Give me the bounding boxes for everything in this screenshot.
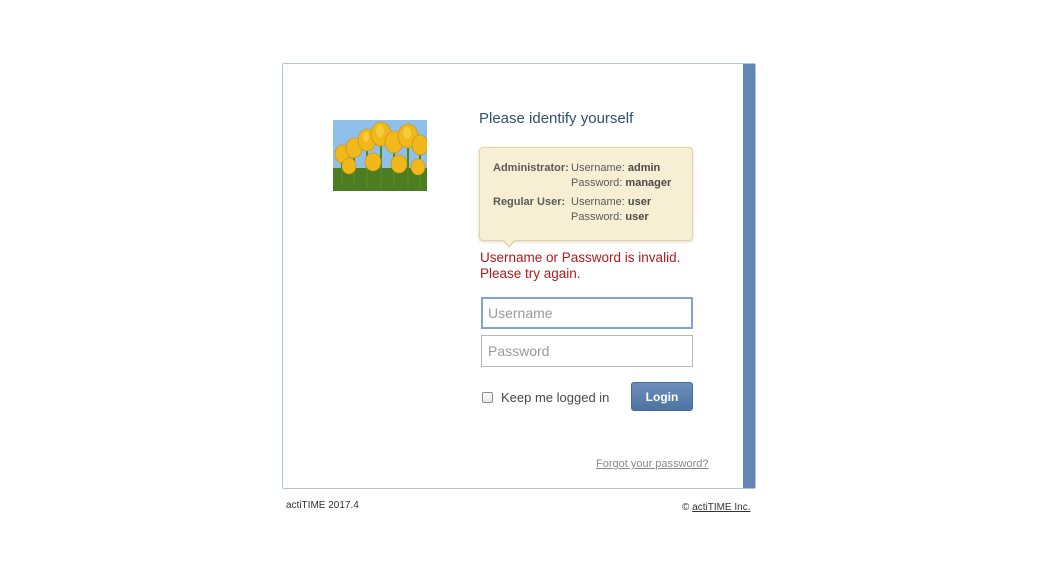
error-line-1: Username or Password is invalid.: [480, 250, 681, 265]
login-panel: Please identify yourself Administrator: …: [282, 63, 756, 489]
accent-stripe: [743, 64, 755, 488]
user-username-label: Username:: [571, 196, 628, 208]
forgot-password-link[interactable]: Forgot your password?: [596, 458, 709, 470]
error-line-2: Please try again.: [480, 266, 581, 281]
username-input[interactable]: [481, 297, 693, 329]
user-credentials-row: Regular User: Username: user Password: u…: [493, 195, 651, 225]
admin-username-label: Username:: [571, 162, 628, 174]
user-credentials: Username: user Password: user: [571, 195, 651, 225]
user-username-value: user: [627, 196, 652, 208]
version-label: actiTIME 2017.4: [286, 500, 359, 511]
admin-credentials-row: Administrator: Username: admin Password:…: [493, 161, 671, 191]
copyright-notice: © actiTIME Inc.: [682, 502, 751, 513]
keep-logged-in-checkbox[interactable]: [482, 392, 493, 403]
user-password-value: user: [625, 211, 649, 223]
login-error-message: Username or Password is invalid. Please …: [480, 250, 700, 282]
copyright-link[interactable]: actiTIME Inc.: [692, 502, 750, 513]
copyright-symbol: ©: [682, 502, 690, 513]
credentials-hint-tooltip: Administrator: Username: admin Password:…: [479, 147, 693, 248]
admin-role-label: Administrator:: [493, 162, 569, 174]
admin-password-value: manager: [625, 177, 672, 189]
password-input[interactable]: [481, 335, 693, 367]
admin-credentials: Username: admin Password: manager: [571, 161, 671, 191]
login-page: Please identify yourself Administrator: …: [0, 0, 1040, 579]
user-username-line: Username: user: [571, 195, 651, 210]
keep-logged-in-control[interactable]: Keep me logged in: [482, 390, 609, 405]
admin-password-label: Password:: [571, 177, 626, 189]
admin-username-line: Username: admin: [571, 161, 671, 176]
user-password-label: Password:: [571, 211, 626, 223]
admin-username-value: admin: [627, 162, 661, 174]
user-role-label: Regular User:: [493, 196, 566, 208]
tulips-illustration: [333, 120, 427, 191]
page-title: Please identify yourself: [479, 110, 634, 127]
keep-logged-in-label[interactable]: Keep me logged in: [501, 390, 609, 405]
login-button[interactable]: Login: [631, 382, 693, 411]
admin-password-line: Password: manager: [571, 176, 671, 191]
user-password-line: Password: user: [571, 210, 651, 225]
tulips-image: [333, 120, 427, 191]
